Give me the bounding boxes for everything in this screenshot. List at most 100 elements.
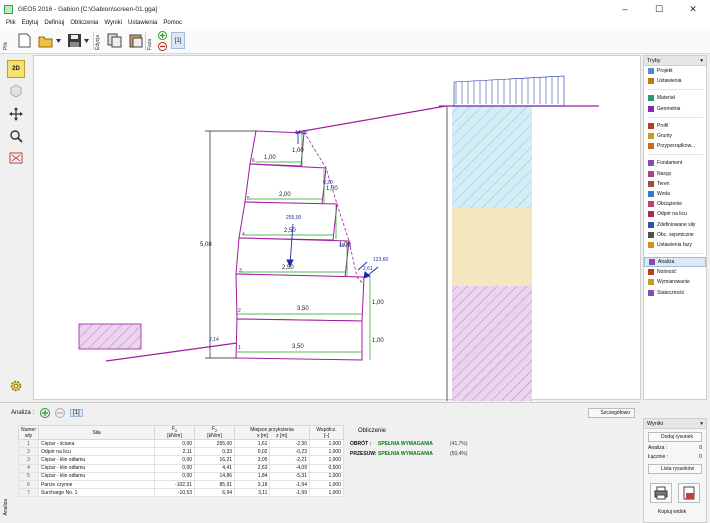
table-cell-fz: 85,91 [194,479,236,490]
soil-layer-2 [452,208,532,286]
remove-analysis-button[interactable] [55,408,66,418]
close-button[interactable]: ✕ [676,0,710,18]
menu-define[interactable]: Definiuj [44,20,64,26]
mode-item-profile[interactable]: Profil [644,121,706,131]
mode-item-surcharge[interactable]: Obciążenie [644,199,706,209]
view-tools: 2D [0,55,32,400]
table-row[interactable]: 2 Odpór na licu 2,11 0,33 0,02 -0,23 1,000 [17,447,344,457]
mode-item-dimensioning[interactable]: Wymiarowanie [644,277,706,287]
table-row[interactable]: 1 Ciężar - ściana 0,00 255,00 1,61 -2,30 1,000 [17,438,344,449]
print-button[interactable] [650,483,672,503]
mode-item-stability[interactable]: Stateczność [644,288,706,298]
menu-results[interactable]: Wyniki [104,20,122,26]
table-cell-x: 2,63 [234,463,271,473]
menu-edit[interactable]: Edytuj [22,20,39,26]
table-cell-fx: -10,53 [154,488,196,498]
add-picture-button[interactable]: Dodaj rysunek [648,432,702,442]
mode-item-terrain[interactable]: Teren [644,179,706,189]
open-folder-icon [38,36,53,47]
mode-item-settings[interactable]: Ustawienia [644,76,706,86]
table-row[interactable]: 4 Ciężar - klin odłamu 0,00 4,41 2,63 -4,09 0,… [17,463,344,473]
picture-list-button[interactable]: Lista rysunków [648,464,702,474]
table-cell-z: -1,99 [269,488,310,498]
zoom-extents-button[interactable] [7,149,25,167]
mode-item-water[interactable]: Woda [644,189,706,199]
zoom-button[interactable] [7,127,25,145]
drawing-canvas[interactable]: 6 5 4 3 2 1 1,00 2,00 2,50 2,50 3,50 3,5… [33,55,641,401]
minimize-button[interactable]: – [608,0,642,18]
save-icon [67,34,81,47]
forces-table: Numer siły Siła Fx [kN/m] Fz [kN/m] Miejsce… [17,425,344,498]
add-analysis-button[interactable] [40,408,51,418]
analysis-count: Analiza : 0 [648,445,702,451]
maximize-button[interactable]: ☐ [642,0,676,18]
mode-item-earthquake[interactable]: Obc. sejsmiczne [644,230,706,240]
table-row[interactable]: 6 Parcie czynne -102,31 85,91 3,18 -1,94 1,000 [17,479,344,490]
view-2d-button[interactable]: 2D [7,60,25,78]
remove-phase-button[interactable] [157,41,167,51]
table-cell-name: Surcharge No. 1 [38,488,156,498]
mode-item-applied-forces[interactable]: Zdefiniowane siły [644,219,706,229]
save-dropdown-button[interactable] [83,32,91,49]
table-row[interactable]: 5 Ciężar - klin odłamu 0,00 14,86 1,84 -5,31 1… [17,471,344,481]
view-3d-button[interactable] [7,82,25,100]
settings-button[interactable] [7,377,25,395]
table-cell-name: Parcie czynne [38,479,156,490]
mode-item-analysis[interactable]: Analiza [644,257,706,268]
mode-item-foundation[interactable]: Fundament [644,158,706,168]
table-cell-c: 1,000 [309,455,344,465]
paste-data-button[interactable] [127,32,143,49]
table-row[interactable]: 3 Ciężar - klin odłamu 0,00 16,21 3,05 -2,21 1… [17,455,344,465]
backfill-icon [648,170,654,177]
analysis-label: Analiza : [11,410,35,416]
new-file-button[interactable] [16,32,32,49]
panel-pin-icon[interactable]: ▾ [700,421,703,427]
open-dropdown-button[interactable] [55,32,63,49]
pan-button[interactable] [7,105,25,123]
table-cell-name: Ciężar - klin odłamu [38,463,156,473]
table-cell-x: 0,02 [234,447,271,457]
stability-icon [648,289,654,296]
mode-item-front-resistance[interactable]: Odpór na licu [644,209,706,219]
copy-data-button[interactable] [106,32,122,49]
copy-view-button[interactable]: Kopiuj widok [648,507,704,517]
mode-item-project[interactable]: Projekt [644,66,706,76]
paste-icon [129,34,142,48]
copy-icon [107,33,121,48]
svg-text:2,00: 2,00 [279,192,291,198]
save-button[interactable] [66,32,82,49]
modes-separator [647,151,703,156]
mode-item-stage-settings[interactable]: Ustawienia fazy [644,240,706,250]
toolbar-group-phase: Faza [147,38,153,50]
add-phase-button[interactable] [157,30,167,40]
menu-settings[interactable]: Ustawienia [128,20,157,26]
sliding-status: SPEŁNIA WYMAGANIA [378,451,433,457]
table-row[interactable]: 7 Surcharge No. 1 -10,53 6,94 3,11 -1,99 1,000 [17,488,344,498]
soil-layer-3-hatch [452,286,532,401]
mode-item-label: Profil [657,122,669,129]
mode-item-soils[interactable]: Grunty [644,131,706,141]
chevron-down-icon [84,38,89,43]
detail-button[interactable]: Szczegółowo [587,408,635,418]
mode-item-material[interactable]: Materiał [644,93,706,103]
menu-file[interactable]: Plik [6,20,16,26]
mode-item-geometry[interactable]: Geometria [644,104,706,114]
mode-item-label: Woda [657,190,670,197]
table-cell-z: -4,09 [269,463,310,473]
open-file-button[interactable] [38,32,54,49]
table-cell-x: 1,84 [234,471,271,481]
mode-item-backfill[interactable]: Nasyp [644,169,706,179]
svg-text:1,00: 1,00 [372,338,384,344]
zoom-extents-icon [9,152,23,164]
mode-item-bearing[interactable]: Nośność [644,267,706,277]
mode-item-label: Fundament [657,160,683,167]
print-export-button[interactable] [678,483,700,503]
sliding-row: PRZESUW: SPEŁNIA WYMAGANIA (50,4%) [350,451,468,457]
menu-calculation[interactable]: Obliczenia [70,20,98,26]
svg-text:1,00: 1,00 [264,155,276,161]
mode-item-assign[interactable]: Przyporządkow... [644,141,706,151]
phase-1-tab[interactable]: [1] [171,32,185,49]
analysis-1-tab[interactable]: [1] [70,409,83,417]
menu-help[interactable]: Pomoc [163,20,182,26]
panel-pin-icon[interactable]: ▾ [700,58,703,64]
